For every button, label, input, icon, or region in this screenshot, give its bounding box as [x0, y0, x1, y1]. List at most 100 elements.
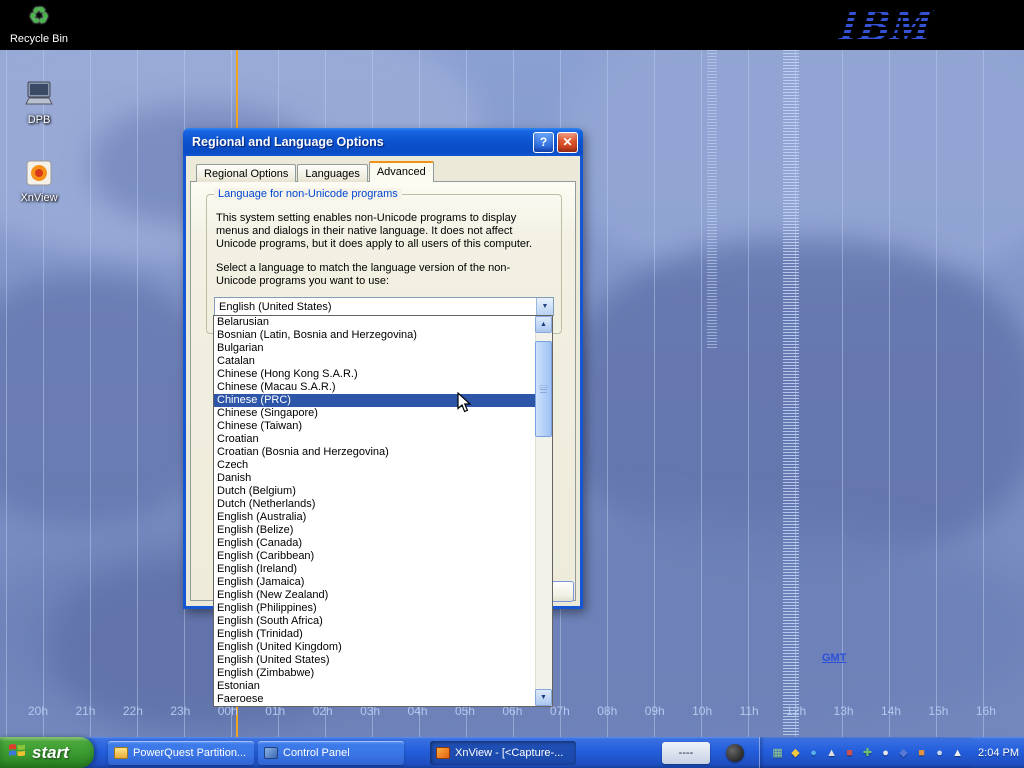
dropdown-list-item[interactable]: English (United Kingdom): [214, 641, 535, 654]
tray-icon[interactable]: ■: [914, 745, 929, 760]
dialog-tab-strip: Regional OptionsLanguagesAdvanced: [196, 162, 435, 182]
desktop-icon-label: XnView: [4, 192, 74, 204]
mouse-cursor: [457, 392, 475, 414]
desktop-icon-xnview[interactable]: XnView: [4, 158, 74, 204]
timezone-hour-label: 20h: [28, 704, 48, 718]
scrollbar[interactable]: ▲ ▼: [535, 316, 552, 706]
tray-icon[interactable]: ✚: [860, 745, 875, 760]
dropdown-list-item[interactable]: English (United States): [214, 654, 535, 667]
close-icon[interactable]: ✕: [557, 132, 578, 153]
desktop-icon-dpb[interactable]: DPB: [4, 80, 74, 126]
tray-icon[interactable]: ▲: [950, 745, 965, 760]
dropdown-list-item[interactable]: Chinese (Taiwan): [214, 420, 535, 433]
dropdown-list-item[interactable]: Dutch (Belgium): [214, 485, 535, 498]
language-combobox[interactable]: English (United States) ▼: [214, 297, 554, 316]
timezone-hour-label: 08h: [597, 704, 617, 718]
dropdown-list-item[interactable]: Czech: [214, 459, 535, 472]
dropdown-list-item[interactable]: English (New Zealand): [214, 589, 535, 602]
dropdown-list-item[interactable]: Danish: [214, 472, 535, 485]
dropdown-list-item[interactable]: Dutch (Netherlands): [214, 498, 535, 511]
dropdown-list-item[interactable]: English (Jamaica): [214, 576, 535, 589]
tray-icon[interactable]: ◆: [788, 745, 803, 760]
tray-icon[interactable]: ▲: [824, 745, 839, 760]
task-button-label: XnView - [<Capture-...: [455, 747, 563, 759]
dropdown-list-item[interactable]: English (Trinidad): [214, 628, 535, 641]
dropdown-list-item[interactable]: Croatian: [214, 433, 535, 446]
dropdown-list-item[interactable]: Chinese (Macau S.A.R.): [214, 381, 535, 394]
dropdown-list-item[interactable]: Bosnian (Latin, Bosnia and Herzegovina): [214, 329, 535, 342]
scroll-up-icon[interactable]: ▲: [535, 316, 552, 333]
desktop-icon-label: Recycle Bin: [4, 33, 74, 45]
timezone-hour-label: 10h: [692, 704, 712, 718]
minimized-toolbar-button[interactable]: ----: [662, 742, 710, 764]
scrollbar-thumb[interactable]: [535, 341, 552, 437]
task-button-label: Control Panel: [283, 747, 350, 759]
start-button[interactable]: start: [0, 737, 94, 768]
timezone-hour-label: 12h: [786, 704, 806, 718]
desktop-icon-label: DPB: [4, 114, 74, 126]
scroll-down-icon[interactable]: ▼: [535, 689, 552, 706]
top-banner: IBM: [0, 0, 1024, 50]
description-text: This system setting enables non-Unicode …: [216, 212, 548, 251]
taskbar-task-area: PowerQuest Partition... Control Panel Xn…: [108, 741, 576, 765]
system-tray: ▦◆●▲■✚●◆■●▲: [759, 737, 971, 768]
taskbar-task-button[interactable]: XnView - [<Capture-...: [430, 741, 576, 765]
dialog-tab[interactable]: Advanced: [369, 161, 434, 182]
combobox-value: English (United States): [215, 301, 536, 313]
timezone-hour-label: 13h: [834, 704, 854, 718]
tray-icon[interactable]: ▦: [770, 745, 785, 760]
dialog-titlebar[interactable]: Regional and Language Options ? ✕: [183, 128, 583, 156]
desktop-screen: IBM ♻ Recycle Bin DPB XnView: [0, 0, 1024, 768]
tray-icon[interactable]: ■: [842, 745, 857, 760]
dropdown-list-item[interactable]: English (Zimbabwe): [214, 667, 535, 680]
taskbar-program-icon[interactable]: [726, 744, 744, 762]
tray-icon[interactable]: ●: [932, 745, 947, 760]
task-button-icon: [436, 747, 450, 759]
laptop-icon: [4, 80, 74, 112]
dropdown-list-item[interactable]: Bulgarian: [214, 342, 535, 355]
dropdown-list-item[interactable]: Chinese (PRC): [214, 394, 535, 407]
task-button-icon: [114, 747, 128, 759]
dropdown-list-item[interactable]: Croatian (Bosnia and Herzegovina): [214, 446, 535, 459]
timezone-hour-label: 09h: [645, 704, 665, 718]
dropdown-list-item[interactable]: Chinese (Singapore): [214, 407, 535, 420]
clock: 2:04 PM: [978, 747, 1024, 759]
tray-icon[interactable]: ●: [878, 745, 893, 760]
help-button[interactable]: ?: [533, 132, 554, 153]
gmt-label: GMT: [822, 652, 846, 664]
chevron-down-icon[interactable]: ▼: [536, 298, 553, 315]
language-dropdown-list: BelarusianBosnian (Latin, Bosnia and Her…: [213, 315, 553, 707]
taskbar: start PowerQuest Partition... Control Pa…: [0, 737, 1024, 768]
dropdown-list-item[interactable]: English (Ireland): [214, 563, 535, 576]
dropdown-list-item[interactable]: English (Belize): [214, 524, 535, 537]
recycle-bin-icon: ♻: [4, 3, 74, 31]
groupbox-title: Language for non-Unicode programs: [214, 188, 402, 200]
dropdown-list-item[interactable]: English (Canada): [214, 537, 535, 550]
dropdown-list-item[interactable]: English (Caribbean): [214, 550, 535, 563]
timezone-hour-label: 23h: [170, 704, 190, 718]
dialog-tab[interactable]: Regional Options: [196, 164, 296, 182]
dropdown-list-item[interactable]: Chinese (Hong Kong S.A.R.): [214, 368, 535, 381]
dropdown-list-item[interactable]: Faeroese: [214, 693, 535, 706]
tray-icon[interactable]: ◆: [896, 745, 911, 760]
timezone-hour-label: 22h: [123, 704, 143, 718]
dropdown-list-item[interactable]: English (South Africa): [214, 615, 535, 628]
desktop-icon-recycle-bin[interactable]: ♻ Recycle Bin: [4, 3, 74, 45]
dropdown-list-item[interactable]: Belarusian: [214, 316, 535, 329]
task-button-label: PowerQuest Partition...: [133, 747, 246, 759]
taskbar-task-button[interactable]: Control Panel: [258, 741, 404, 765]
dropdown-list-item[interactable]: Catalan: [214, 355, 535, 368]
taskbar-task-button[interactable]: PowerQuest Partition...: [108, 741, 254, 765]
timezone-hour-label: 16h: [976, 704, 996, 718]
dropdown-list-item[interactable]: English (Australia): [214, 511, 535, 524]
dropdown-list-item[interactable]: Estonian: [214, 680, 535, 693]
xnview-icon: [4, 158, 74, 190]
timezone-hatched-band: [707, 50, 717, 350]
dialog-tab[interactable]: Languages: [297, 164, 367, 182]
ibm-logo: IBM: [837, 0, 935, 50]
dropdown-list-item[interactable]: English (Philippines): [214, 602, 535, 615]
timezone-hour-label: 14h: [881, 704, 901, 718]
tray-icon[interactable]: ●: [806, 745, 821, 760]
timezone-hatched-band: [783, 50, 799, 737]
timezone-hour-label: 11h: [740, 704, 759, 718]
